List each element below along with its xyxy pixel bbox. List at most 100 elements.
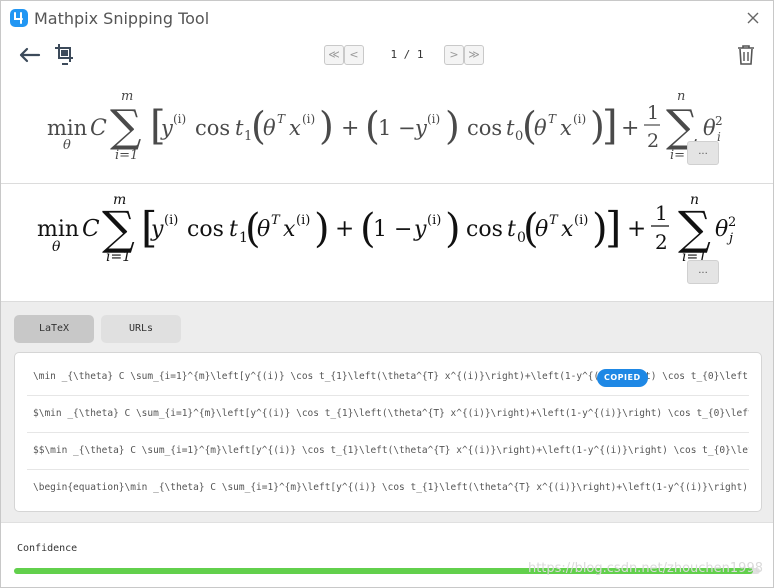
svg-text:t: t	[235, 116, 244, 140]
svg-text:y: y	[414, 116, 428, 140]
svg-text:(i): (i)	[573, 112, 586, 126]
confidence-section: Confidence	[1, 522, 773, 587]
svg-text:]: ]	[605, 203, 621, 252]
rendered-formula-panel: min θ C m ∑ i=1 [ y (i) cos t 1 ( θ T x …	[1, 184, 773, 302]
prev-page-button[interactable]: <	[344, 45, 364, 65]
latex-result-text: \begin{equation}\min _{\theta} C \sum_{i…	[33, 482, 749, 493]
svg-text:+: +	[627, 216, 646, 242]
svg-text:cos: cos	[195, 116, 230, 140]
back-arrow-icon	[19, 47, 41, 63]
svg-text:T: T	[277, 112, 286, 126]
back-button[interactable]	[18, 44, 42, 66]
svg-text:C: C	[90, 116, 107, 141]
latex-result-row[interactable]: \begin{equation}\min _{\theta} C \sum_{i…	[27, 470, 749, 506]
svg-text:x: x	[289, 116, 301, 140]
svg-text:1: 1	[647, 102, 659, 124]
latex-result-row[interactable]: $$\min _{\theta} C \sum_{i=1}^{m}\left[y…	[27, 433, 749, 470]
tab-latex[interactable]: LaTeX	[14, 315, 94, 343]
svg-text:x: x	[560, 116, 572, 140]
svg-text:θ: θ	[535, 217, 548, 242]
latex-result-row[interactable]: $\min _{\theta} C \sum_{i=1}^{m}\left[y^…	[27, 396, 749, 433]
app-window: Mathpix Snipping Tool ≪ < 1 / 1 > ≫ min …	[0, 0, 774, 588]
svg-text:θ: θ	[63, 138, 71, 153]
snip-image-panel: min θ C m ∑ i=1 [ y (i) cos t 1 ( θ T x …	[1, 73, 773, 184]
svg-text:θ: θ	[257, 217, 270, 242]
svg-text:i=1: i=1	[106, 249, 131, 265]
svg-text:cos: cos	[187, 217, 224, 242]
svg-text:∑: ∑	[102, 201, 135, 255]
snip-formula-image: min θ C m ∑ i=1 [ y (i) cos t 1 ( θ T x …	[47, 89, 723, 163]
copied-badge: COPIED	[597, 369, 648, 387]
latex-result-text: $\min _{\theta} C \sum_{i=1}^{m}\left[y^…	[33, 408, 749, 419]
screen-crop-icon	[55, 44, 73, 65]
svg-text:2: 2	[655, 230, 668, 254]
svg-text:+: +	[341, 116, 359, 141]
svg-text:(i): (i)	[427, 112, 440, 126]
next-page-button[interactable]: >	[444, 45, 464, 65]
rendered-more-button[interactable]: ...	[687, 260, 719, 284]
page-indicator: 1 / 1	[390, 48, 424, 61]
svg-text:θ: θ	[263, 116, 276, 140]
tab-urls[interactable]: URLs	[101, 315, 181, 343]
svg-text:): )	[319, 104, 334, 148]
toolbar: ≪ < 1 / 1 > ≫	[1, 37, 773, 74]
svg-text:(i): (i)	[427, 213, 441, 228]
svg-text:+: +	[621, 116, 639, 141]
svg-text:(i): (i)	[164, 213, 178, 228]
svg-text:(i): (i)	[173, 112, 186, 126]
svg-text:i=1: i=1	[115, 148, 138, 163]
svg-text:(i): (i)	[574, 213, 588, 228]
svg-text:x: x	[283, 217, 296, 242]
svg-text:cos: cos	[467, 116, 502, 140]
svg-text:t: t	[229, 217, 238, 242]
svg-text:(i): (i)	[302, 112, 315, 126]
svg-text:∑: ∑	[678, 201, 711, 255]
latex-result-text: $$\min _{\theta} C \sum_{i=1}^{m}\left[y…	[33, 445, 749, 456]
rendered-formula: min θ C m ∑ i=1 [ y (i) cos t 1 ( θ T x …	[37, 192, 736, 265]
window-title: Mathpix Snipping Tool	[34, 9, 210, 28]
close-icon	[747, 12, 759, 24]
svg-text:x: x	[561, 217, 574, 242]
snip-button[interactable]	[53, 42, 77, 68]
confidence-label: Confidence	[17, 543, 78, 554]
svg-text:(i): (i)	[296, 213, 310, 228]
latex-results-list: \min _{\theta} C \sum_{i=1}^{m}\left[y^{…	[14, 352, 762, 512]
svg-text:2: 2	[647, 130, 659, 152]
svg-text:θ: θ	[52, 239, 61, 255]
title-bar: Mathpix Snipping Tool	[1, 1, 773, 37]
svg-text:T: T	[549, 213, 559, 228]
svg-text:t: t	[507, 217, 516, 242]
svg-text:θ: θ	[534, 116, 547, 140]
svg-text:2: 2	[728, 215, 736, 230]
svg-text:1 −: 1 −	[373, 217, 412, 242]
svg-text:y: y	[413, 217, 427, 242]
svg-text:2: 2	[715, 114, 723, 128]
svg-text:min: min	[47, 116, 87, 140]
svg-text:∑: ∑	[110, 101, 141, 152]
svg-text:C: C	[82, 216, 100, 242]
results-area: LaTeX URLs \min _{\theta} C \sum_{i=1}^{…	[1, 302, 773, 522]
svg-text:cos: cos	[466, 217, 503, 242]
watermark: https://blog.csdn.net/zhouchen1998	[527, 561, 763, 576]
delete-button[interactable]	[736, 44, 756, 66]
svg-text:): )	[314, 206, 330, 252]
last-page-button[interactable]: ≫	[464, 45, 484, 65]
svg-text:i=: i=	[670, 148, 685, 163]
close-button[interactable]	[742, 7, 764, 29]
trash-icon	[738, 45, 754, 65]
svg-text:T: T	[548, 112, 557, 126]
svg-text:t: t	[506, 116, 515, 140]
svg-text:T: T	[271, 213, 281, 228]
mathpix-logo-icon	[10, 9, 28, 27]
snip-more-button[interactable]: ...	[687, 141, 719, 165]
svg-text:θ: θ	[715, 217, 728, 242]
svg-text:1 −: 1 −	[378, 116, 416, 140]
svg-text:y: y	[150, 217, 164, 242]
svg-text:): )	[445, 206, 461, 252]
svg-text:+: +	[335, 216, 354, 242]
svg-text:1: 1	[655, 201, 668, 225]
first-page-button[interactable]: ≪	[324, 45, 344, 65]
svg-text:]: ]	[602, 103, 618, 149]
svg-text:y: y	[160, 116, 174, 140]
svg-text:): )	[445, 104, 460, 148]
